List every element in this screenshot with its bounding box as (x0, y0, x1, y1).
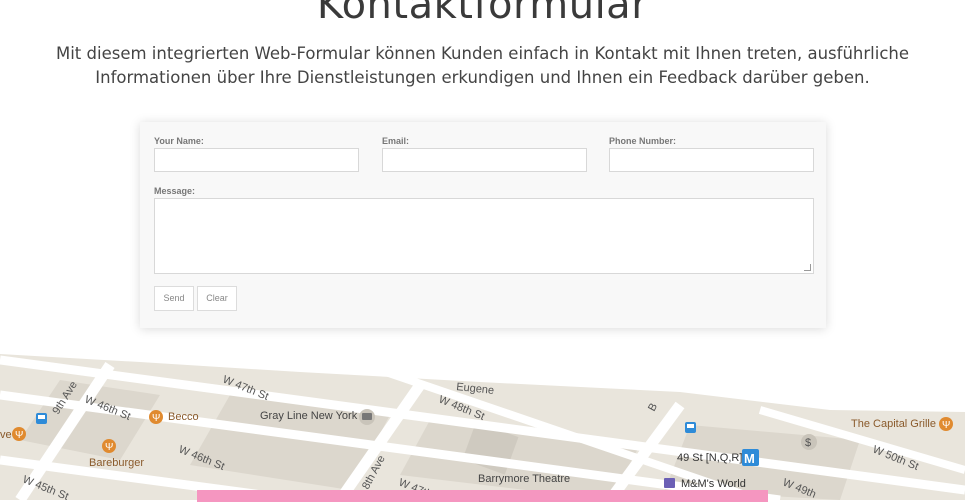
email-label: Email: (382, 136, 410, 146)
bus-stop-icon[interactable] (685, 422, 696, 433)
phone-field[interactable] (609, 148, 814, 172)
svg-text:Ψ: Ψ (105, 442, 113, 453)
page-title: Kontaktformular (316, 0, 649, 28)
email-field[interactable] (382, 148, 587, 172)
svg-text:M: M (744, 451, 755, 466)
place-partial: ve (0, 429, 12, 441)
svg-text:Ψ: Ψ (152, 413, 160, 424)
name-field[interactable] (154, 148, 359, 172)
place-barrymore: Barrymore Theatre (478, 473, 570, 485)
name-label: Your Name: (154, 136, 204, 146)
bus-stop-icon[interactable] (36, 413, 47, 424)
place-becco: Becco (168, 411, 199, 423)
bank-icon[interactable]: $ (801, 434, 817, 450)
clear-button[interactable]: Clear (197, 286, 237, 311)
place-49st-station: 49 St [N,Q,R] (677, 452, 742, 464)
place-gray-line: Gray Line New York (260, 410, 358, 422)
subway-icon[interactable]: M (742, 449, 759, 466)
intro-line-1: Mit diesem integrierten Web-Formular kön… (55, 44, 910, 63)
phone-label: Phone Number: (609, 136, 677, 146)
intro-line-2: Informationen über Ihre Dienstleistungen… (95, 68, 870, 87)
resize-handle-icon[interactable] (804, 264, 811, 271)
shopping-bag-icon[interactable] (664, 478, 675, 488)
svg-text:Ψ: Ψ (942, 420, 950, 431)
message-label: Message: (154, 186, 196, 196)
svg-text:Ψ: Ψ (15, 430, 23, 441)
contact-form: Your Name: Email: Phone Number: Message:… (140, 122, 826, 328)
pink-banner (197, 490, 768, 502)
fork-knife-icon[interactable]: Ψ (149, 410, 163, 424)
place-mms-world: M&M's World (681, 478, 746, 490)
camera-icon[interactable] (359, 409, 375, 425)
fork-knife-icon[interactable]: Ψ (12, 427, 26, 441)
map[interactable]: 9th Ave W 47th St W 46th St W 46th St W … (0, 340, 965, 500)
message-field[interactable] (154, 198, 814, 274)
map-canvas[interactable]: 9th Ave W 47th St W 46th St W 46th St W … (0, 340, 965, 500)
svg-text:$: $ (805, 437, 811, 449)
send-button[interactable]: Send (154, 286, 194, 311)
fork-knife-icon[interactable]: Ψ (102, 439, 116, 453)
place-capital-grille: The Capital Grille (851, 418, 936, 430)
place-bareburger: Bareburger (89, 457, 144, 469)
fork-knife-icon[interactable]: Ψ (939, 417, 953, 431)
intro-text: Mit diesem integrierten Web-Formular kön… (30, 42, 935, 90)
